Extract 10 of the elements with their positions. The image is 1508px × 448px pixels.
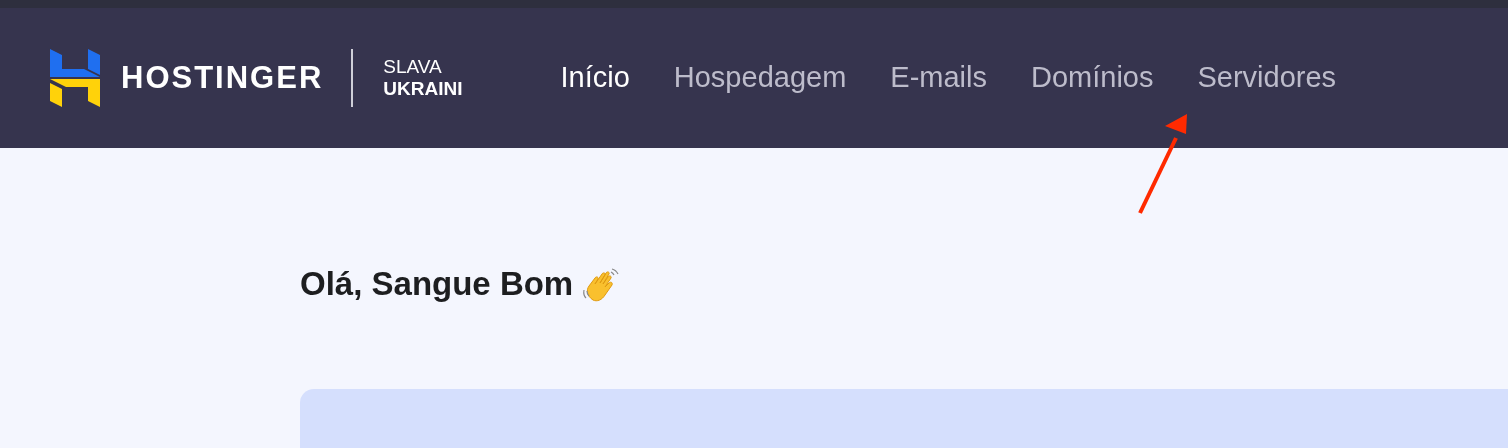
brand-name: HOSTINGER bbox=[121, 58, 324, 97]
greeting-heading: Olá, Sangue Bom bbox=[300, 263, 574, 304]
tagline: UKRAINI bbox=[383, 78, 463, 100]
logo-icon bbox=[50, 49, 100, 107]
nav-link[interactable]: E-mails bbox=[890, 56, 987, 100]
nav-link[interactable]: Hospedagem bbox=[673, 56, 847, 100]
nav-link[interactable]: Início bbox=[560, 56, 630, 100]
nav-link[interactable]: Domínios bbox=[1030, 56, 1154, 100]
nav-link[interactable]: Servidores bbox=[1197, 56, 1337, 100]
tagline: SLAVA bbox=[383, 56, 443, 78]
